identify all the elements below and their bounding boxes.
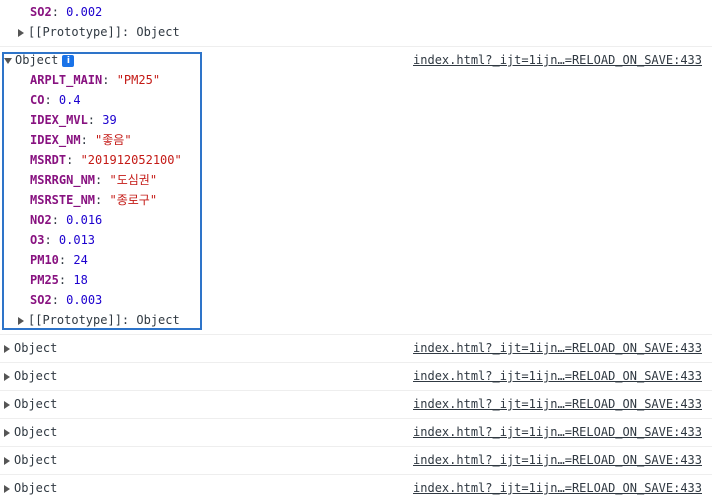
log-separator bbox=[0, 334, 712, 335]
object-label: Object bbox=[14, 341, 58, 355]
log-separator bbox=[0, 474, 712, 475]
expand-arrow-icon[interactable] bbox=[4, 428, 10, 437]
expand-arrow-icon[interactable] bbox=[4, 372, 10, 381]
prototype-value: Object bbox=[136, 25, 180, 39]
prev-prototype-row[interactable]: [[Prototype]]: Object bbox=[18, 22, 180, 42]
object-label: Object bbox=[14, 369, 58, 383]
source-link[interactable]: index.html?_ijt=1ijn…=RELOAD_ON_SAVE:433 bbox=[413, 422, 702, 442]
expand-arrow-icon[interactable] bbox=[18, 28, 24, 37]
selection-highlight-box bbox=[2, 52, 202, 330]
prev-so2-row: SO2: 0.002 bbox=[30, 5, 103, 19]
expand-arrow-icon[interactable] bbox=[4, 400, 10, 409]
prop-key: SO2 bbox=[30, 5, 52, 19]
expand-arrow-icon[interactable] bbox=[4, 344, 10, 353]
source-link[interactable]: index.html?_ijt=1ijn…=RELOAD_ON_SAVE:433 bbox=[413, 450, 702, 470]
source-link[interactable]: index.html?_ijt=1ijn…=RELOAD_ON_SAVE:433 bbox=[413, 394, 702, 414]
object-label: Object bbox=[14, 425, 58, 439]
prototype-label: [[Prototype]] bbox=[28, 25, 122, 39]
collapsed-object-row[interactable]: Object bbox=[4, 394, 57, 414]
source-link[interactable]: index.html?_ijt=1ijn…=RELOAD_ON_SAVE:433 bbox=[413, 50, 702, 70]
source-link[interactable]: index.html?_ijt=1ijn…=RELOAD_ON_SAVE:433 bbox=[413, 478, 702, 498]
collapsed-object-row[interactable]: Object bbox=[4, 366, 57, 386]
object-label: Object bbox=[14, 397, 58, 411]
collapsed-object-row[interactable]: Object bbox=[4, 422, 57, 442]
log-separator bbox=[0, 446, 712, 447]
log-separator bbox=[0, 362, 712, 363]
collapsed-object-row[interactable]: Object bbox=[4, 338, 57, 358]
prop-value: 0.002 bbox=[66, 5, 103, 19]
source-link[interactable]: index.html?_ijt=1ijn…=RELOAD_ON_SAVE:433 bbox=[413, 338, 702, 358]
collapsed-object-row[interactable]: Object bbox=[4, 478, 57, 498]
expand-arrow-icon[interactable] bbox=[4, 456, 10, 465]
log-separator bbox=[0, 46, 712, 47]
object-label: Object bbox=[14, 453, 58, 467]
collapsed-object-row[interactable]: Object bbox=[4, 450, 57, 470]
log-separator bbox=[0, 418, 712, 419]
source-link[interactable]: index.html?_ijt=1ijn…=RELOAD_ON_SAVE:433 bbox=[413, 366, 702, 386]
object-label: Object bbox=[14, 481, 58, 495]
log-separator bbox=[0, 390, 712, 391]
